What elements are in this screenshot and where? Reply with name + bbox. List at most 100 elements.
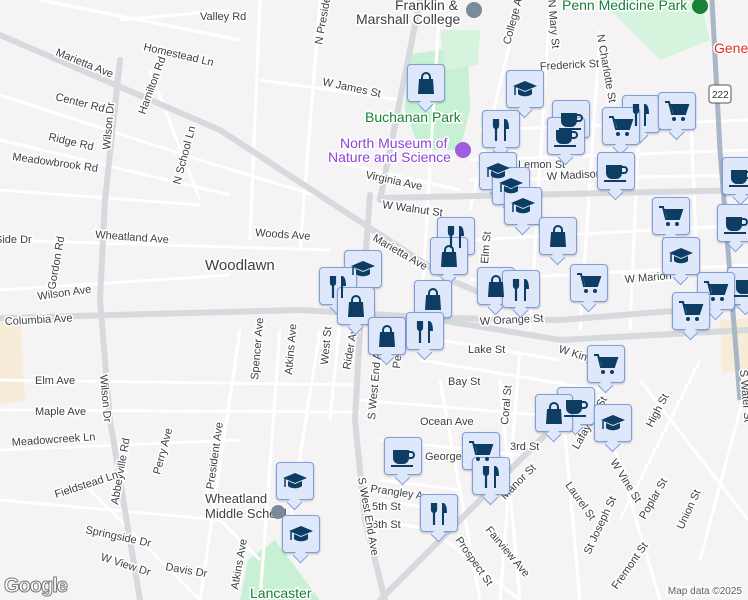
street-label: Maple Ave (35, 406, 86, 418)
street-label: Spencer Ave (249, 317, 266, 380)
map-marker-grad[interactable] (506, 70, 544, 108)
street-label: Davis Dr (164, 561, 208, 580)
map-marker-shopping[interactable] (407, 64, 445, 102)
fork-knife-icon (492, 119, 509, 141)
street-label: Center Rd (54, 91, 106, 115)
graduation-cap-icon (283, 473, 307, 489)
map-marker-dining[interactable] (482, 110, 520, 148)
place-label-lancaster: Lancaster (250, 585, 312, 600)
graduation-cap-icon (669, 248, 693, 264)
shopping-cart-icon (594, 354, 619, 374)
street-label: Frederick St (540, 58, 600, 73)
street-label: Columbia Ave (5, 312, 73, 328)
map-marker-shopping[interactable] (539, 217, 577, 255)
street-label: Union St (675, 488, 704, 531)
museum-icon[interactable] (455, 142, 471, 158)
shopping-cart-icon (659, 206, 684, 226)
shopping-bag-icon (546, 402, 562, 424)
map-marker-grad[interactable] (662, 237, 700, 275)
map-marker-dining[interactable] (406, 312, 444, 350)
shopping-cart-icon (704, 281, 729, 301)
map-marker-cart[interactable] (658, 92, 696, 130)
street-label: W James St (321, 76, 381, 100)
coffee-cup-icon (604, 165, 628, 182)
coffee-cup-icon (724, 217, 748, 234)
street-label: W Walnut St (382, 199, 444, 219)
place-label-buchanan-park: Buchanan Park (365, 109, 462, 125)
shopping-cart-icon (609, 116, 634, 136)
shopping-cart-icon (679, 301, 704, 321)
fork-knife-icon (512, 279, 529, 301)
place-label-north-museum: Nature and Science (328, 149, 451, 165)
google-logo[interactable]: Google (4, 575, 69, 598)
graduation-cap-icon (511, 198, 535, 214)
map-marker-cart[interactable] (587, 345, 625, 383)
coffee-cup-icon (729, 170, 748, 187)
map-marker-shopping[interactable] (368, 317, 406, 355)
coffee-cup-icon (391, 450, 415, 467)
coffee-cup-icon (734, 280, 748, 297)
map-marker-coffee[interactable] (722, 157, 748, 195)
street-label: Side Dr (0, 234, 32, 246)
fork-knife-icon (430, 503, 447, 525)
street-label: 5th St (372, 501, 401, 513)
street-label: S President Ave (203, 421, 226, 500)
map-marker-grad[interactable] (276, 462, 314, 500)
street-label: Lake St (468, 344, 505, 356)
shopping-bag-icon (348, 295, 364, 317)
street-label: College Ave (501, 0, 528, 46)
street-label: Atkins Ave (283, 323, 299, 375)
place-label-woodlawn: Woodlawn (205, 257, 275, 274)
map-marker-coffee[interactable] (384, 437, 422, 475)
coffee-cup-icon (554, 130, 578, 147)
school-icon[interactable] (466, 2, 482, 18)
place-label-fm-college: Marshall College (356, 11, 460, 27)
street-label: N President Ave (313, 0, 338, 46)
graduation-cap-icon (513, 81, 537, 97)
street-label: Springside Dr (84, 524, 152, 550)
street-label: Bay St (448, 376, 480, 388)
map-marker-dining[interactable] (502, 270, 540, 308)
map-attribution[interactable]: Map data ©2025 (665, 586, 744, 597)
graduation-cap-icon (601, 415, 625, 431)
route-222-label: 222 (712, 90, 729, 101)
graduation-cap-icon (351, 261, 375, 277)
shopping-cart-icon (469, 441, 494, 461)
street-label: Fremont St (610, 540, 651, 591)
map-marker-grad[interactable] (282, 515, 320, 553)
map-marker-cart[interactable] (652, 197, 690, 235)
map-marker-dining[interactable] (420, 494, 458, 532)
street-label-elm-st: Elm St (479, 231, 494, 264)
street-label: Fairview Ave (483, 524, 532, 579)
map-marker-grad[interactable] (504, 187, 542, 225)
shopping-cart-icon (665, 101, 690, 121)
shopping-bag-icon (441, 245, 457, 267)
place-label-wheatland: Wheatland (205, 491, 267, 506)
street-label: W View Dr (99, 551, 152, 579)
street-label: Gordon Rd (46, 235, 67, 290)
fork-knife-icon (482, 466, 499, 488)
shopping-bag-icon (488, 275, 504, 297)
place-label-general: Gene (714, 40, 748, 56)
fork-knife-icon (416, 321, 433, 343)
street-label: Ridge Rd (47, 131, 94, 153)
shopping-cart-icon (577, 273, 602, 293)
graduation-cap-icon (289, 526, 313, 542)
map-marker-coffee[interactable] (717, 204, 748, 242)
street-label: Coral St (499, 385, 514, 426)
map-marker-cart[interactable] (570, 264, 608, 302)
map-marker-coffee[interactable] (597, 152, 635, 190)
street-label: Ocean Ave (420, 416, 474, 428)
street-label: Valley Rd (200, 11, 246, 23)
street-label: W Orange St (480, 313, 544, 328)
shopping-bag-icon (550, 225, 566, 247)
street-label: West St (319, 326, 334, 365)
street-label: Laurel St (563, 480, 598, 523)
street-label: Prospect St (453, 535, 495, 588)
map-marker-grad[interactable] (594, 404, 632, 442)
shopping-bag-icon (418, 72, 434, 94)
street-label: Virginia Ave (364, 169, 423, 193)
map-marker-dining[interactable] (472, 457, 510, 495)
street-label: Woods Ave (255, 227, 311, 243)
street-label: Perry Ave (151, 427, 175, 476)
